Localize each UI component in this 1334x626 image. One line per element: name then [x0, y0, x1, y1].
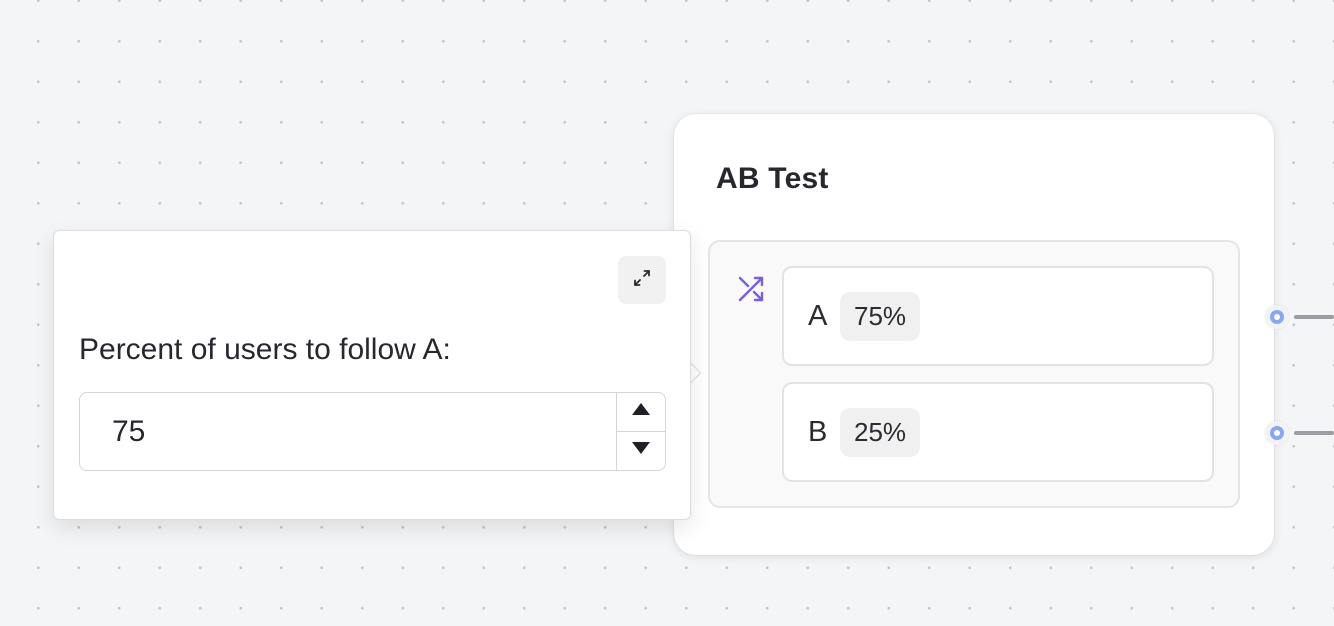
variant-a-row[interactable]: A 75%	[782, 266, 1214, 366]
percent-input-value[interactable]: 75	[112, 393, 145, 470]
triangle-up-icon	[631, 402, 651, 421]
connection-line-b	[1294, 431, 1334, 435]
increment-button[interactable]	[617, 393, 665, 432]
percent-editor-popover: Percent of users to follow A: 75	[53, 230, 691, 520]
variant-letter: A	[808, 299, 828, 332]
variant-b-row[interactable]: B 25%	[782, 382, 1214, 482]
port-dot	[1270, 310, 1284, 324]
decrement-button[interactable]	[617, 432, 665, 471]
shuffle-icon	[736, 274, 766, 304]
node-title: AB Test	[716, 162, 829, 195]
ab-test-node[interactable]: AB Test A 75% B 25%	[674, 114, 1274, 555]
triangle-down-icon	[631, 441, 651, 460]
variant-percent-badge: 75%	[840, 291, 921, 341]
output-port-a[interactable]	[1265, 305, 1289, 329]
variant-percent-badge: 25%	[840, 407, 921, 457]
output-port-b[interactable]	[1265, 421, 1289, 445]
variants-container: A 75% B 25%	[708, 240, 1240, 508]
percent-number-input[interactable]: 75	[79, 392, 666, 471]
percent-field-label: Percent of users to follow A:	[79, 333, 451, 366]
port-dot	[1270, 426, 1284, 440]
number-stepper	[616, 393, 665, 470]
expand-button[interactable]	[618, 256, 666, 304]
expand-icon	[632, 268, 652, 293]
variant-letter: B	[808, 415, 828, 448]
connection-line-a	[1294, 315, 1334, 319]
